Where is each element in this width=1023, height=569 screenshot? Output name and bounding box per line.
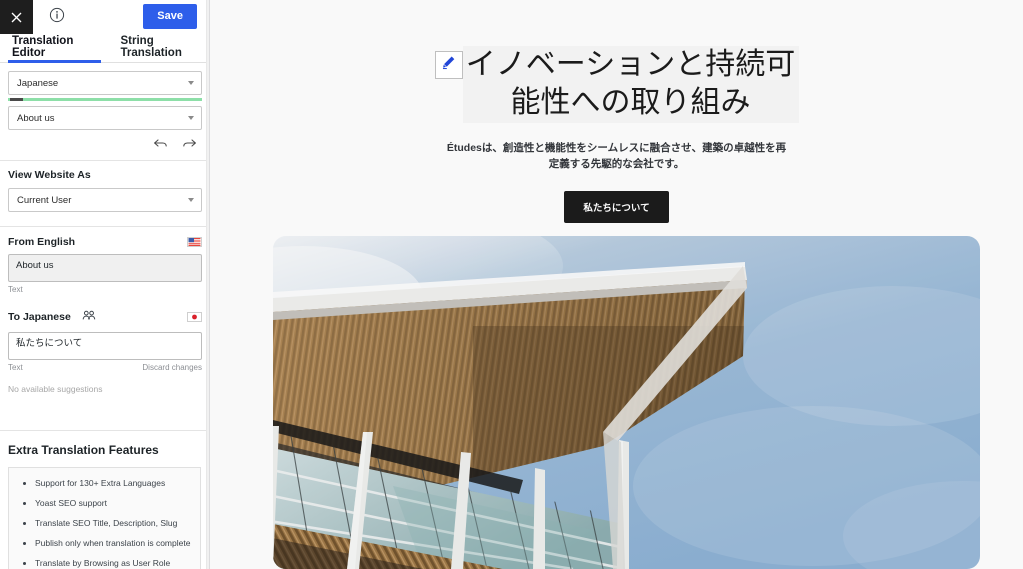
info-button[interactable] (40, 0, 74, 34)
list-item: Yoast SEO support (35, 498, 194, 509)
source-header: From English (8, 236, 202, 248)
tab-translation-editor[interactable]: Translation Editor (8, 34, 101, 63)
target-meta: Text Discard changes (8, 363, 202, 372)
translation-editor-app: Save Translation Editor String Translati… (0, 0, 1023, 569)
discard-changes-link[interactable]: Discard changes (142, 363, 202, 372)
about-us-button[interactable]: 私たちについて (564, 191, 669, 224)
hero-subheading: Étudesは、創造性と機能性をシームレスに融合させ、建築の卓越性を再定義する先… (446, 141, 787, 171)
history-controls (0, 136, 209, 160)
source-text-input[interactable] (8, 254, 202, 282)
users-icon (82, 308, 96, 326)
source-meta: Text (8, 285, 202, 294)
target-text-input[interactable] (8, 332, 202, 360)
from-english-label: From English (8, 236, 76, 248)
page-select[interactable]: About us (8, 106, 202, 130)
list-item: Translate SEO Title, Description, Slug (35, 518, 194, 529)
extra-features-title: Extra Translation Features (8, 443, 159, 457)
hero-section: イノベーションと持続可能性への取り組み Étudesは、創造性と機能性をシームレ… (210, 0, 1023, 224)
translation-sidebar: Save Translation Editor String Translati… (0, 0, 210, 569)
target-type-label: Text (8, 363, 23, 372)
source-type-label: Text (8, 285, 23, 294)
target-header: To Japanese (8, 308, 202, 326)
list-item: Support for 130+ Extra Languages (35, 478, 194, 489)
view-website-as-section: View Website As Current User (0, 160, 209, 227)
list-item: Publish only when translation is complet… (35, 538, 194, 549)
extra-features-box: Support for 130+ Extra Languages Yoast S… (8, 467, 201, 569)
language-select-value: Japanese (17, 77, 59, 89)
architecture-photo (273, 236, 980, 569)
close-button[interactable] (0, 0, 33, 34)
language-select[interactable]: Japanese (8, 71, 202, 95)
sidebar-scrollbar[interactable] (206, 0, 209, 569)
undo-button[interactable] (152, 138, 168, 154)
view-as-select[interactable]: Current User (8, 188, 202, 212)
tab-string-translation[interactable]: String Translation (117, 34, 210, 63)
suggestions-message: No available suggestions (8, 384, 103, 394)
undo-icon (153, 137, 168, 155)
us-flag-icon (187, 237, 202, 247)
view-as-select-value: Current User (17, 194, 72, 206)
save-button[interactable]: Save (143, 4, 197, 29)
info-icon (49, 7, 65, 28)
sidebar-topbar: Save (0, 0, 209, 34)
page-title: イノベーションと持続可能性への取り組み (462, 46, 799, 123)
features-list: Support for 130+ Extra Languages Yoast S… (15, 478, 194, 569)
website-preview: イノベーションと持続可能性への取り組み Étudesは、創造性と機能性をシームレ… (210, 0, 1023, 569)
edit-heading-button[interactable] (434, 51, 463, 79)
chevron-down-icon (188, 116, 194, 120)
close-icon (11, 12, 22, 23)
chevron-down-icon (188, 81, 194, 85)
to-japanese-label: To Japanese (8, 311, 71, 323)
translation-progress-bar (8, 98, 202, 101)
pencil-edit-icon (441, 55, 456, 75)
hero-photo (273, 236, 980, 569)
page-select-value: About us (17, 112, 55, 124)
redo-icon (182, 137, 197, 155)
target-language-section: To Japanese 私たちについて Text Discard changes… (0, 302, 209, 402)
redo-button[interactable] (181, 138, 197, 154)
selectors-section: Japanese About us (0, 63, 209, 130)
jp-flag-icon (187, 312, 202, 322)
view-website-as-title: View Website As (8, 169, 91, 181)
chevron-down-icon (188, 198, 194, 202)
progress-fill (10, 98, 23, 101)
hero-heading-row: イノベーションと持続可能性への取り組み (210, 46, 1023, 123)
sidebar-tabs: Translation Editor String Translation (0, 34, 209, 63)
list-item: Translate by Browsing as User Role (35, 558, 194, 569)
source-language-section: From English Text (0, 227, 209, 302)
